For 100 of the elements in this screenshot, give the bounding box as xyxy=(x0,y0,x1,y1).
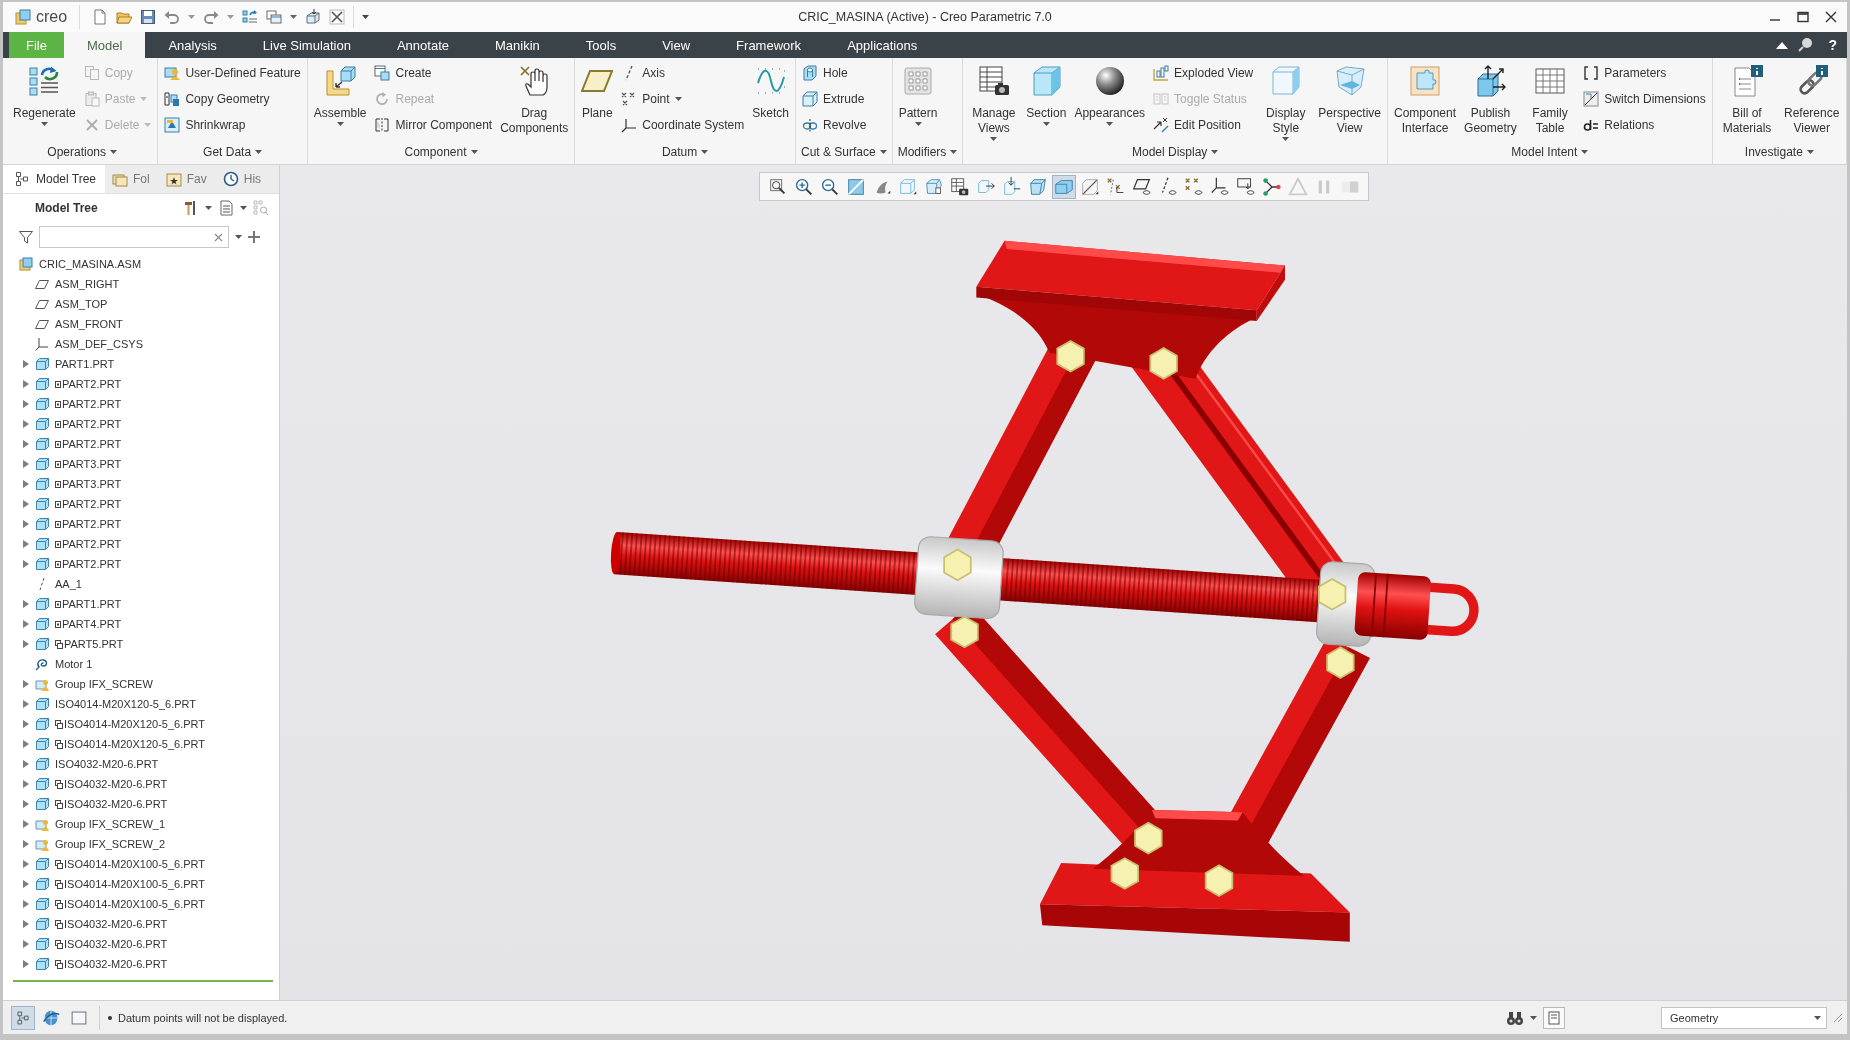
caret-icon[interactable] xyxy=(290,15,298,19)
tree-item[interactable]: ASM_RIGHT xyxy=(3,274,279,294)
tree-item[interactable]: PART5.PRT xyxy=(3,634,279,654)
tree-item[interactable]: Motor 1 xyxy=(3,654,279,674)
collapsed-arrow-icon[interactable] xyxy=(21,700,29,708)
tree-item[interactable]: ASM_TOP xyxy=(3,294,279,314)
ribbon-button[interactable]: Publish Geometry xyxy=(1461,60,1520,137)
filter-icon[interactable] xyxy=(19,230,33,244)
ribbon-button[interactable]: Bill of Materials xyxy=(1715,60,1779,137)
collapsed-arrow-icon[interactable] xyxy=(21,400,29,408)
tree-item[interactable]: Group IFX_SCREW xyxy=(3,674,279,694)
collapsed-arrow-icon[interactable] xyxy=(21,840,29,848)
ribbon-tab[interactable]: Framework xyxy=(713,32,825,58)
tree-item[interactable]: ISO4014-M20X100-5_6.PRT xyxy=(3,854,279,874)
tree-item[interactable]: PART2.PRT xyxy=(3,554,279,574)
tree-item[interactable]: PART2.PRT xyxy=(3,394,279,414)
caret-icon[interactable] xyxy=(362,15,370,19)
tree-item[interactable]: PART1.PRT xyxy=(3,354,279,374)
ribbon-button[interactable]: Edit Position xyxy=(1150,112,1257,138)
list-settings-icon[interactable] xyxy=(218,200,234,216)
selection-filter-dropdown[interactable]: Geometry xyxy=(1661,1006,1827,1029)
tree-item[interactable]: PART2.PRT xyxy=(3,434,279,454)
tree-item[interactable]: ISO4032-M20-6.PRT xyxy=(3,774,279,794)
ribbon-tab[interactable]: Tools xyxy=(562,32,640,58)
collapsed-arrow-icon[interactable] xyxy=(21,620,29,628)
ribbon-button[interactable]: Reference Viewer xyxy=(1780,60,1843,137)
tree-item[interactable]: ISO4014-M20X100-5_6.PRT xyxy=(3,894,279,914)
open-folder-icon[interactable] xyxy=(116,9,133,25)
tree-item[interactable]: ISO4032-M20-6.PRT xyxy=(3,754,279,774)
collapsed-arrow-icon[interactable] xyxy=(21,440,29,448)
ribbon-tab[interactable]: Analysis xyxy=(145,32,240,58)
tree-item[interactable]: PART1.PRT xyxy=(3,594,279,614)
windows-icon[interactable] xyxy=(266,9,283,25)
caret-icon[interactable] xyxy=(240,206,247,210)
caret-icon[interactable] xyxy=(1530,1015,1537,1020)
collapsed-arrow-icon[interactable] xyxy=(21,880,29,888)
collapsed-arrow-icon[interactable] xyxy=(21,960,29,968)
collapsed-arrow-icon[interactable] xyxy=(21,420,29,428)
regenerate-icon[interactable] xyxy=(242,9,259,25)
ribbon-button[interactable]: Exploded View xyxy=(1150,60,1257,86)
ribbon-button[interactable]: Create xyxy=(371,60,496,86)
tree-item[interactable]: PART3.PRT xyxy=(3,474,279,494)
ribbon-button[interactable]: Pattern xyxy=(895,60,941,126)
close-icon[interactable] xyxy=(1825,11,1837,23)
collapsed-arrow-icon[interactable] xyxy=(21,720,29,728)
search-field[interactable] xyxy=(39,226,229,248)
panel-tab[interactable]: Fol xyxy=(105,165,159,193)
maximize-icon[interactable] xyxy=(1797,11,1809,23)
collapsed-arrow-icon[interactable] xyxy=(21,860,29,868)
panel-tab[interactable]: His xyxy=(215,165,271,193)
ribbon-tab[interactable]: Manikin xyxy=(472,32,563,58)
collapsed-arrow-icon[interactable] xyxy=(21,640,29,648)
ribbon-button[interactable]: Regenerate xyxy=(10,60,79,126)
group-menu-button[interactable]: Model Intent xyxy=(1509,142,1591,162)
ribbon-button[interactable]: Sketch xyxy=(749,60,792,122)
ribbon-button[interactable]: Component Interface xyxy=(1391,60,1460,137)
collapsed-arrow-icon[interactable] xyxy=(21,600,29,608)
tree-item[interactable]: ISO4014-M20X120-5_6.PRT xyxy=(3,734,279,754)
tree-item[interactable]: PART4.PRT xyxy=(3,614,279,634)
group-menu-button[interactable]: Model Display xyxy=(1130,142,1221,162)
ribbon-button[interactable]: Assemble xyxy=(310,60,370,126)
ribbon-button[interactable]: Display Style xyxy=(1258,60,1314,141)
collapsed-arrow-icon[interactable] xyxy=(21,780,29,788)
ribbon-button[interactable]: Manage Views xyxy=(966,60,1022,141)
collapsed-arrow-icon[interactable] xyxy=(21,820,29,828)
group-menu-button[interactable]: Operations xyxy=(45,142,120,162)
tree-item[interactable]: ISO4014-M20X120-5_6.PRT xyxy=(3,714,279,734)
ribbon-tab[interactable]: Live Simulation xyxy=(239,32,374,58)
group-menu-button[interactable]: Modifiers xyxy=(895,142,960,162)
ribbon-button[interactable]: Relations xyxy=(1580,112,1709,138)
collapsed-arrow-icon[interactable] xyxy=(21,380,29,388)
ribbon-button[interactable]: Coordinate System xyxy=(618,112,748,138)
group-menu-button[interactable]: Investigate xyxy=(1742,142,1816,162)
tree-item[interactable]: ISO4014-M20X100-5_6.PRT xyxy=(3,874,279,894)
tree-item[interactable]: CRIC_MASINA.ASM xyxy=(3,254,279,274)
collapsed-arrow-icon[interactable] xyxy=(21,680,29,688)
tree-item[interactable]: ISO4032-M20-6.PRT xyxy=(3,934,279,954)
group-menu-button[interactable]: Datum xyxy=(659,142,711,162)
collapsed-arrow-icon[interactable] xyxy=(21,740,29,748)
ribbon-button[interactable]: Copy Geometry xyxy=(161,86,304,112)
ribbon-button[interactable]: Appearances xyxy=(1071,60,1149,126)
ribbon-button[interactable]: Hole xyxy=(798,60,870,86)
panel-tab[interactable]: Fav xyxy=(158,165,216,193)
ribbon-button[interactable]: Plane xyxy=(578,60,617,122)
collapsed-arrow-icon[interactable] xyxy=(21,760,29,768)
ribbon-button[interactable]: Point xyxy=(618,86,748,112)
tree-item[interactable]: ISO4032-M20-6.PRT xyxy=(3,914,279,934)
tree-item[interactable]: PART2.PRT xyxy=(3,374,279,394)
plus-icon[interactable] xyxy=(248,231,260,243)
ribbon-button[interactable]: Extrude xyxy=(798,86,870,112)
tree-view-icon[interactable] xyxy=(11,1005,35,1030)
tree-item[interactable]: Group IFX_SCREW_2 xyxy=(3,834,279,854)
group-menu-button[interactable]: Component xyxy=(402,142,480,162)
ribbon-button[interactable]: Shrinkwrap xyxy=(161,112,304,138)
group-menu-button[interactable]: Get Data xyxy=(201,142,265,162)
caret-icon[interactable] xyxy=(235,235,242,239)
tree-item[interactable]: PART2.PRT xyxy=(3,534,279,554)
ribbon-tab[interactable]: View xyxy=(639,32,714,58)
tree-item[interactable]: PART2.PRT xyxy=(3,514,279,534)
tree-item[interactable]: PART3.PRT xyxy=(3,454,279,474)
